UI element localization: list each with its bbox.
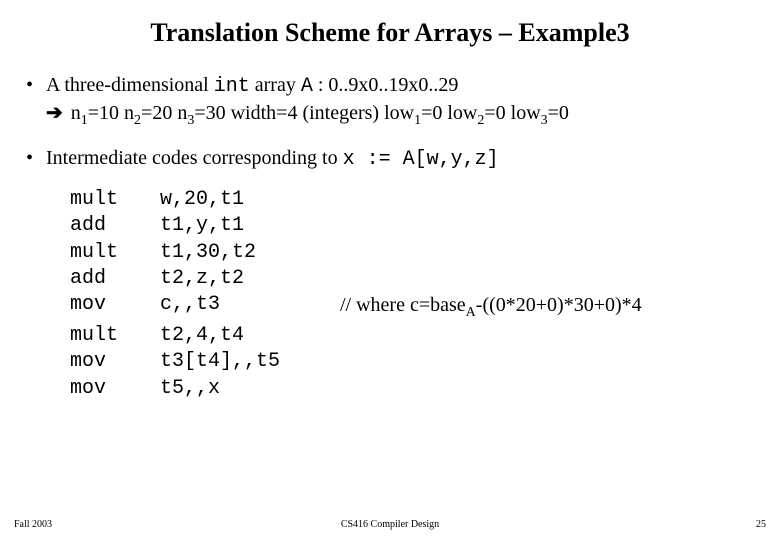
slide-title: Translation Scheme for Arrays – Example3 (20, 18, 760, 48)
arrow-icon: ➔ (46, 100, 63, 131)
bullet-marker: • (20, 72, 46, 100)
footer: Fall 2003 CS416 Compiler Design 25 (0, 519, 780, 530)
code-line: multt1,30,t2 (70, 240, 760, 266)
code-line: movt3[t4],,t5 (70, 349, 760, 375)
code-line: movt5,,x (70, 376, 760, 402)
code-line: multw,20,t1 (70, 187, 760, 213)
code-line: addt1,y,t1 (70, 213, 760, 239)
footer-right: 25 (756, 519, 766, 530)
code-block: multw,20,t1 addt1,y,t1 multt1,30,t2 addt… (20, 187, 760, 402)
code-line: addt2,z,t2 (70, 266, 760, 292)
footer-center: CS416 Compiler Design (341, 519, 439, 530)
bullet-marker: • (20, 145, 46, 173)
bullet-2-text: Intermediate codes corresponding to x :=… (46, 145, 760, 173)
code-comment: // where c=baseA-((0*20+0)*30+0)*4 (340, 292, 642, 322)
footer-left: Fall 2003 (14, 519, 52, 530)
bullet-1: • A three-dimensional int array A : 0..9… (20, 72, 760, 131)
bullet-2: • Intermediate codes corresponding to x … (20, 145, 760, 173)
code-line: multt2,4,t4 (70, 323, 760, 349)
code-line: movc,,t3// where c=baseA-((0*20+0)*30+0)… (70, 292, 760, 322)
bullet-1-line1: A three-dimensional int array A : 0..9x0… (46, 72, 760, 100)
bullet-1-line2: ➔ n1=10 n2=20 n3=30 width=4 (integers) l… (20, 100, 760, 131)
